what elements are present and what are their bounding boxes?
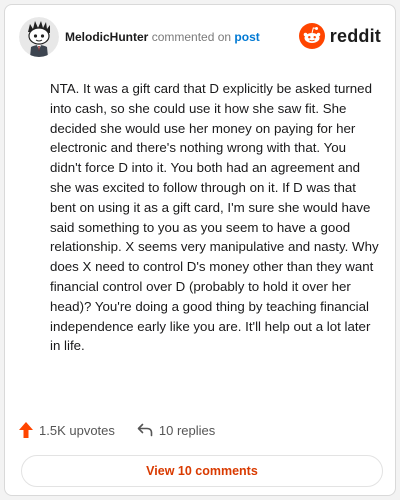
snoo-avatar-icon xyxy=(19,17,59,57)
commented-on-label: commented on xyxy=(151,30,232,44)
replies-button[interactable]: 10 replies xyxy=(137,423,215,438)
replies-count: 10 replies xyxy=(158,422,216,438)
upvotes-count: 1.5K upvotes xyxy=(39,422,115,438)
avatar[interactable] xyxy=(19,17,59,57)
comment-actions: 1.5K upvotes 10 replies xyxy=(19,419,215,441)
view-comments-button[interactable]: View 10 comments xyxy=(21,455,383,487)
post-link[interactable]: post xyxy=(234,30,259,44)
reply-arrow-icon xyxy=(137,423,153,437)
reddit-brand[interactable]: reddit xyxy=(298,22,381,50)
comment-card: MelodicHunter commented on post reddit N… xyxy=(4,4,396,496)
upvote-button[interactable]: 1.5K upvotes xyxy=(19,422,115,438)
comment-meta: MelodicHunter commented on post xyxy=(65,30,260,44)
reddit-logo-icon xyxy=(298,23,325,49)
comment-body: NTA. It was a gift card that D explicitl… xyxy=(50,81,379,354)
username-link[interactable]: MelodicHunter xyxy=(65,30,148,44)
upvote-arrow-icon xyxy=(19,422,33,438)
comment-header: MelodicHunter commented on post reddit xyxy=(19,17,383,57)
reddit-wordmark: reddit xyxy=(329,25,381,46)
